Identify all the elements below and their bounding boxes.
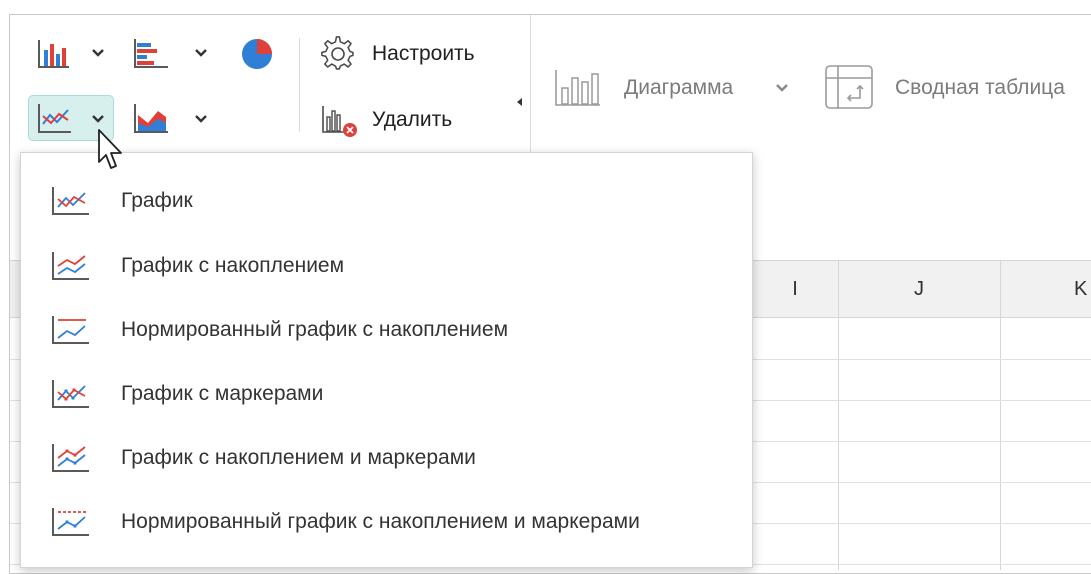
pivot-table-icon[interactable] (824, 64, 874, 110)
menu-item-label: Нормированный график с накоплением и мар… (121, 510, 640, 533)
menu-item-label: График с маркерами (121, 382, 324, 405)
chevron-down-icon[interactable] (91, 112, 105, 126)
chart-label[interactable]: Диаграмма (624, 76, 733, 100)
toolbar-separator (299, 38, 300, 132)
chevron-down-icon[interactable] (91, 46, 105, 60)
collapse-arrow-icon[interactable] (516, 97, 524, 107)
delete-label[interactable]: Удалить (372, 108, 452, 132)
menu-item-line-markers[interactable]: График с маркерами (21, 363, 752, 425)
menu-item-label: График с накоплением и маркерами (121, 446, 476, 469)
line-chart-dropdown-menu: График График с накоплением Нормированны… (20, 152, 753, 568)
column-header-k[interactable]: K (1000, 260, 1091, 318)
menu-item-label: Нормированный график с накоплением (121, 318, 509, 341)
menu-item-percent-stacked-line-markers[interactable]: Нормированный график с накоплением и мар… (21, 491, 752, 553)
bar-chart-icon[interactable] (132, 36, 172, 70)
chevron-down-icon[interactable] (194, 46, 208, 60)
menu-item-label: График (121, 189, 193, 212)
menu-item-stacked-line[interactable]: График с накоплением (21, 235, 752, 297)
percent-stacked-line-chart-icon (52, 316, 89, 344)
delete-chart-icon[interactable] (320, 103, 360, 139)
configure-label[interactable]: Настроить (372, 42, 475, 66)
percent-stacked-line-markers-chart-icon (52, 508, 89, 536)
stacked-line-chart-icon (52, 252, 89, 280)
pivot-table-label[interactable]: Сводная таблица (895, 76, 1065, 100)
line-markers-chart-icon (52, 380, 89, 408)
column-chart-icon[interactable] (36, 36, 72, 70)
pie-chart-icon[interactable] (240, 37, 274, 71)
line-chart-icon[interactable] (36, 101, 74, 135)
menu-item-percent-stacked-line[interactable]: Нормированный график с накоплением (21, 299, 752, 361)
menu-item-label: График с накоплением (121, 254, 345, 277)
area-chart-icon[interactable] (132, 101, 172, 135)
chevron-down-icon[interactable] (194, 112, 208, 126)
menu-item-stacked-line-markers[interactable]: График с накоплением и маркерами (21, 427, 752, 489)
stacked-line-markers-chart-icon (52, 444, 89, 472)
chevron-down-icon[interactable] (775, 81, 789, 95)
column-header-i[interactable]: I (752, 260, 838, 318)
line-chart-icon (52, 187, 89, 215)
gear-icon[interactable] (320, 36, 356, 72)
column-header-j[interactable]: J (838, 260, 1000, 318)
chart-icon[interactable] (554, 68, 602, 108)
menu-item-line[interactable]: График (21, 170, 752, 232)
mouse-cursor-icon (98, 129, 122, 169)
